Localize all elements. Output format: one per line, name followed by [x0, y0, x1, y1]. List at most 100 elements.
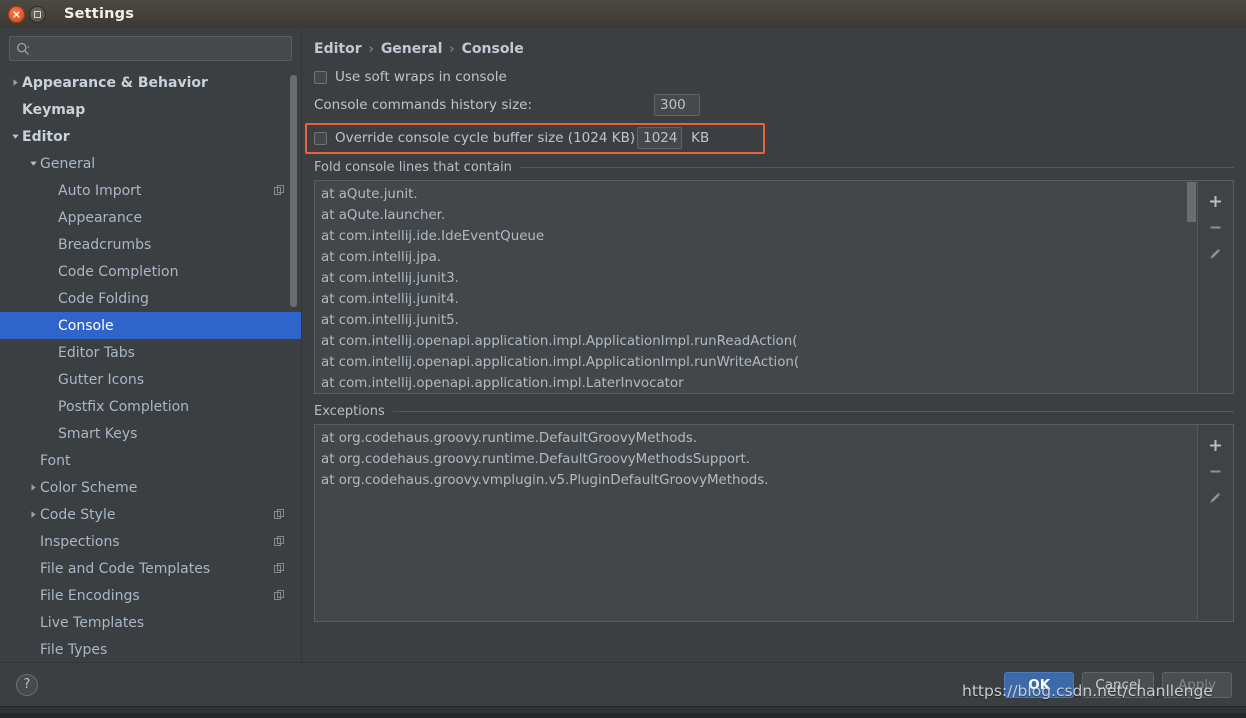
list-item[interactable]: at com.intellij.openapi.application.impl…: [315, 373, 1197, 393]
search-icon: [16, 42, 30, 56]
exceptions-add-button[interactable]: [1203, 432, 1229, 458]
sidebar-item-editor-tabs[interactable]: Editor Tabs: [0, 339, 301, 366]
list-item[interactable]: at com.intellij.junit5.: [315, 310, 1197, 331]
sidebar-item-appearance[interactable]: Appearance: [0, 204, 301, 231]
soft-wraps-checkbox[interactable]: [314, 70, 327, 84]
history-size-input[interactable]: 300: [654, 94, 700, 116]
copy-settings-icon[interactable]: [274, 536, 285, 547]
breadcrumb-part-general[interactable]: General: [381, 41, 443, 57]
breadcrumb-part-console[interactable]: Console: [462, 41, 524, 57]
apply-button[interactable]: Apply: [1162, 671, 1232, 698]
sidebar-item-label: Appearance & Behavior: [22, 74, 208, 91]
exceptions-list[interactable]: at org.codehaus.groovy.runtime.DefaultGr…: [315, 425, 1197, 621]
sidebar-item-file-types[interactable]: File Types: [0, 636, 301, 662]
sidebar-item-code-style[interactable]: Code Style: [0, 501, 301, 528]
list-item[interactable]: at aQute.launcher.: [315, 205, 1197, 226]
list-item[interactable]: at org.codehaus.groovy.vmplugin.v5.Plugi…: [315, 470, 1197, 491]
maximize-icon[interactable]: [29, 5, 46, 23]
sidebar-item-label: Code Completion: [58, 263, 179, 280]
sidebar-item-auto-import[interactable]: Auto Import: [0, 177, 301, 204]
copy-settings-icon[interactable]: [274, 590, 285, 601]
list-item[interactable]: at com.intellij.openapi.application.impl…: [315, 352, 1197, 373]
ok-button[interactable]: OK: [1004, 671, 1075, 698]
copy-settings-icon[interactable]: [274, 563, 285, 574]
sidebar-item-label: Appearance: [58, 209, 143, 226]
soft-wraps-row[interactable]: Use soft wraps in console: [314, 65, 1234, 89]
settings-tree[interactable]: Appearance & Behavior Keymap Editor General…: [0, 67, 301, 662]
exceptions-section-header: Exceptions: [314, 404, 1234, 419]
list-item[interactable]: at com.intellij.junit3.: [315, 268, 1197, 289]
sidebar-item-label: File Encodings: [40, 587, 140, 604]
list-item[interactable]: at com.intellij.jpa.: [315, 247, 1197, 268]
window-body: Appearance & Behavior Keymap Editor General…: [0, 28, 1246, 662]
fold-lines-toolbar: [1197, 181, 1233, 393]
sidebar-item-smart-keys[interactable]: Smart Keys: [0, 420, 301, 447]
history-size-label: Console commands history size:: [314, 97, 533, 113]
copy-settings-icon[interactable]: [274, 185, 285, 196]
sidebar-item-gutter-icons[interactable]: Gutter Icons: [0, 366, 301, 393]
sidebar-item-appearance-behavior[interactable]: Appearance & Behavior: [0, 69, 301, 96]
list-item[interactable]: at com.intellij.openapi.application.impl…: [315, 331, 1197, 352]
fold-list-scrollbar-thumb[interactable]: [1187, 182, 1196, 222]
breadcrumb: Editor › General › Console: [314, 28, 1234, 62]
list-item[interactable]: at org.codehaus.groovy.runtime.DefaultGr…: [315, 428, 1197, 449]
sidebar-item-code-folding[interactable]: Code Folding: [0, 285, 301, 312]
sidebar-item-color-scheme[interactable]: Color Scheme: [0, 474, 301, 501]
sidebar-item-postfix-completion[interactable]: Postfix Completion: [0, 393, 301, 420]
list-item[interactable]: at com.intellij.junit4.: [315, 289, 1197, 310]
sidebar-item-label: Breadcrumbs: [58, 236, 152, 253]
sidebar-item-label: Code Folding: [58, 290, 149, 307]
sidebar-item-file-encodings[interactable]: File Encodings: [0, 582, 301, 609]
sidebar-item-label: Font: [40, 452, 71, 469]
fold-edit-pencil-icon[interactable]: [1203, 240, 1229, 266]
sidebar-item-label: Live Templates: [40, 614, 145, 631]
sidebar-item-label: File and Code Templates: [40, 560, 211, 577]
sidebar-item-label: Gutter Icons: [58, 371, 145, 388]
list-item[interactable]: at com.intellij.ide.IdeEventQueue: [315, 226, 1197, 247]
fold-lines-list[interactable]: at aQute.junit. at aQute.launcher. at com.…: [315, 181, 1197, 393]
sidebar-item-keymap[interactable]: Keymap: [0, 96, 301, 123]
fold-lines-panel: at aQute.junit. at aQute.launcher. at com.…: [314, 180, 1234, 394]
chevron-down-icon: [8, 132, 22, 141]
search-input[interactable]: [34, 41, 285, 56]
sidebar-item-general[interactable]: General: [0, 150, 301, 177]
sidebar-item-label: Editor Tabs: [58, 344, 135, 361]
fold-remove-button[interactable]: [1203, 214, 1229, 240]
chevron-right-icon: [8, 78, 22, 87]
sidebar-item-font[interactable]: Font: [0, 447, 301, 474]
settings-content: Editor › General › Console Use soft wrap…: [302, 28, 1246, 662]
sidebar-item-file-and-code-templates[interactable]: File and Code Templates: [0, 555, 301, 582]
search-box[interactable]: [9, 36, 292, 61]
override-buffer-checkbox[interactable]: [314, 131, 327, 145]
copy-settings-icon[interactable]: [274, 509, 285, 520]
sidebar-item-breadcrumbs[interactable]: Breadcrumbs: [0, 231, 301, 258]
sidebar-item-label: Editor: [22, 128, 70, 145]
sidebar-item-code-completion[interactable]: Code Completion: [0, 258, 301, 285]
help-button[interactable]: ?: [16, 673, 38, 696]
breadcrumb-part-editor[interactable]: Editor: [314, 41, 362, 57]
fold-section-rule: [519, 167, 1234, 168]
chevron-down-icon: [26, 159, 40, 168]
background-window-sliver: [0, 713, 1246, 718]
exceptions-edit-pencil-icon[interactable]: [1203, 484, 1229, 510]
close-icon[interactable]: [8, 5, 25, 23]
exceptions-toolbar: [1197, 425, 1233, 621]
list-item[interactable]: at aQute.junit.: [315, 184, 1197, 205]
cancel-button[interactable]: Cancel: [1082, 671, 1154, 698]
sidebar-item-label: Console: [58, 317, 114, 334]
fold-section-header: Fold console lines that contain: [314, 160, 1234, 175]
fold-add-button[interactable]: [1203, 188, 1229, 214]
window-title: Settings: [64, 6, 135, 22]
sidebar-item-console[interactable]: Console: [0, 312, 301, 339]
override-buffer-input[interactable]: 1024: [637, 127, 683, 149]
override-buffer-row[interactable]: Override console cycle buffer size (1024…: [305, 123, 1234, 154]
sidebar-item-inspections[interactable]: Inspections: [0, 528, 301, 555]
sidebar-item-live-templates[interactable]: Live Templates: [0, 609, 301, 636]
sidebar-item-label: File Types: [40, 641, 108, 658]
settings-window: Settings Appearance & Behavior Keymap Ed…: [0, 0, 1246, 706]
sidebar-item-label: Smart Keys: [58, 425, 138, 442]
exceptions-remove-button[interactable]: [1203, 458, 1229, 484]
sidebar-scrollbar-thumb[interactable]: [290, 75, 297, 307]
list-item[interactable]: at org.codehaus.groovy.runtime.DefaultGr…: [315, 449, 1197, 470]
sidebar-item-editor[interactable]: Editor: [0, 123, 301, 150]
